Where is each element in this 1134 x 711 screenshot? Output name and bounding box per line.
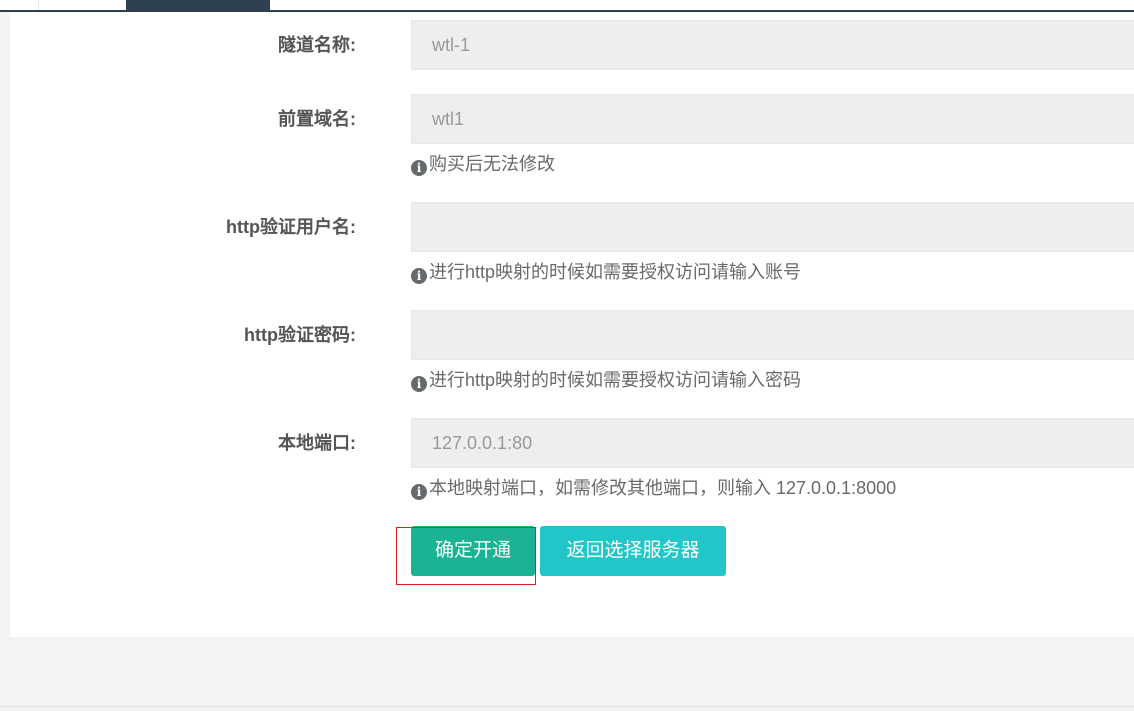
prefix-domain-hint-text: 购买后无法修改: [429, 154, 555, 174]
http-password-hint: i 进行http映射的时候如需要授权访问请输入密码: [411, 368, 801, 392]
prefix-domain-hint: i 购买后无法修改: [411, 152, 555, 176]
http-user-hint-text: 进行http映射的时候如需要授权访问请输入账号: [429, 262, 802, 282]
back-select-server-button[interactable]: 返回选择服务器: [540, 526, 726, 576]
form-panel: 隧道名称: 前置域名: i购买后无法修改 http验证用户名: i进行http映…: [10, 12, 1134, 637]
confirm-open-button[interactable]: 确定开通: [411, 526, 535, 576]
http-user-label: http验证用户名:: [226, 217, 356, 237]
info-circle-icon: i: [411, 160, 427, 176]
tab-inactive[interactable]: [38, 0, 128, 10]
http-user-input[interactable]: [411, 202, 1134, 252]
top-tab-bar: [0, 0, 1134, 12]
tunnel-name-input[interactable]: [411, 20, 1134, 70]
http-password-label: http验证密码:: [244, 325, 356, 345]
http-password-hint-text: 进行http映射的时候如需要授权访问请输入密码: [429, 370, 802, 390]
tab-active[interactable]: [126, 0, 270, 12]
prefix-domain-input[interactable]: [411, 94, 1134, 144]
local-port-hint-text: 本地映射端口，如需修改其他端口，则输入 127.0.0.1:8000: [429, 478, 897, 498]
local-port-hint: i 本地映射端口，如需修改其他端口，则输入 127.0.0.1:8000: [411, 476, 896, 500]
prefix-domain-label: 前置域名:: [278, 109, 356, 129]
local-port-label: 本地端口:: [278, 433, 356, 453]
bottom-divider: [0, 706, 1134, 707]
info-circle-icon: i: [411, 268, 427, 284]
http-password-input[interactable]: [411, 310, 1134, 360]
local-port-input[interactable]: [411, 418, 1134, 468]
info-circle-icon: i: [411, 484, 427, 500]
tunnel-name-label: 隧道名称:: [278, 35, 356, 55]
http-user-hint: i 进行http映射的时候如需要授权访问请输入账号: [411, 260, 801, 284]
info-circle-icon: i: [411, 376, 427, 392]
